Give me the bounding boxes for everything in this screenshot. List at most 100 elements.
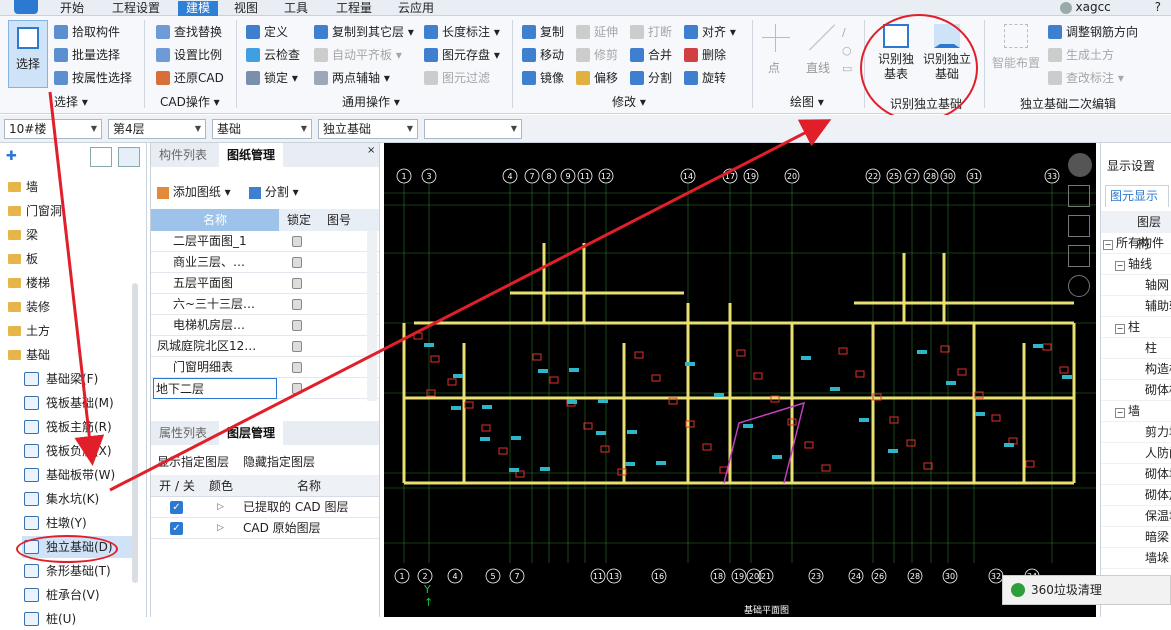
drawing-scrollbar[interactable] (367, 231, 377, 401)
tab-drawing-manager[interactable]: 图纸管理 (219, 143, 284, 167)
set-scale-button[interactable]: 设置比例 (154, 45, 222, 65)
checkbox-checked-icon[interactable]: ✓ (170, 522, 183, 535)
mirror-button[interactable]: 镜像 (520, 68, 564, 88)
col-layer-name[interactable]: 名称 (239, 475, 379, 497)
floor-select[interactable]: 第4层 ▼ (108, 119, 206, 139)
rotate-button[interactable]: 旋转 (682, 68, 726, 88)
tree-leaf-0[interactable]: 基础梁(F) (22, 368, 132, 390)
generate-earthwork-button[interactable]: 生成土方 (1046, 45, 1114, 65)
menu-quantities[interactable]: 工程量 (328, 1, 380, 16)
tree-leaf-1[interactable]: 筏板基础(M) (22, 392, 132, 414)
menu-modeling[interactable]: 建模 (178, 1, 218, 16)
drawing-row[interactable]: 凤城庭院北区12… (151, 336, 379, 357)
select-button[interactable]: 选择 (8, 20, 48, 88)
layer-row[interactable]: ✓ ▷ CAD 原始图层 (151, 518, 379, 539)
checkbox-checked-icon[interactable]: ✓ (170, 501, 183, 514)
lock-icon[interactable] (292, 341, 302, 352)
display-row[interactable]: − 轴线 (1101, 254, 1171, 275)
display-row[interactable]: 砌体墙 (1101, 464, 1171, 485)
building-select[interactable]: 10#楼 ▼ (4, 119, 102, 139)
tree-leaf-8[interactable]: 条形基础(T) (22, 560, 132, 582)
tree-leaf-5[interactable]: 集水坑(K) (22, 488, 132, 510)
display-row[interactable]: 保温墙 (1101, 506, 1171, 527)
tab-element-display[interactable]: 图元显示 (1105, 185, 1169, 207)
drawing-row[interactable]: 电梯机房层… (151, 315, 379, 336)
lock-icon[interactable] (292, 278, 302, 289)
tab-element-list[interactable]: 构件列表 (151, 143, 215, 167)
col-lock[interactable]: 锁定 (279, 209, 319, 231)
break-button[interactable]: 打断 (628, 22, 672, 42)
collapse-icon[interactable]: − (1103, 240, 1113, 250)
group-cad-label[interactable]: CAD操作 ▾ (160, 93, 220, 109)
auto-align-slab-button[interactable]: 自动平齐板 ▾ (312, 45, 402, 65)
col-name[interactable]: 名称 (151, 209, 279, 231)
save-element-button[interactable]: 图元存盘 ▾ (422, 45, 500, 65)
find-replace-button[interactable]: 查找替换 (154, 22, 222, 42)
tree-leaf-2[interactable]: 筏板主筋(R) (22, 416, 132, 438)
help-icon[interactable]: ? (1155, 0, 1161, 14)
menu-cloud[interactable]: 云应用 (390, 1, 442, 16)
view-cube-tools[interactable] (1068, 153, 1094, 313)
display-row[interactable]: 构造柱 (1101, 359, 1171, 380)
adjust-rebar-direction-button[interactable]: 调整钢筋方向 (1046, 22, 1138, 42)
add-drawing-button[interactable]: 添加图纸 ▾ (157, 183, 231, 200)
drawing-row[interactable]: 地下二层 (151, 378, 379, 399)
tree-leaf-9[interactable]: 桩承台(V) (22, 584, 132, 606)
cad-drawing[interactable]: 1 3 4 7 8 9 11 12 14 17 19 20 22 25 27 28 30 31 331 2 4 5 7 11 1… (384, 143, 1096, 617)
lock-icon[interactable] (292, 257, 302, 268)
offset-button[interactable]: 偏移 (574, 68, 618, 88)
group-common-label[interactable]: 通用操作 ▾ (342, 93, 400, 109)
tree-folder-1[interactable]: 门窗洞 (8, 201, 62, 221)
select-by-property-button[interactable]: 按属性选择 (52, 68, 132, 88)
copy-to-other-floor-button[interactable]: 复制到其它层 ▾ (312, 22, 414, 42)
lock-button[interactable]: 锁定 ▾ (244, 68, 298, 88)
lock-icon[interactable] (292, 362, 302, 373)
trim-button[interactable]: 修剪 (574, 45, 618, 65)
hide-layer-button[interactable]: 隐藏指定图层 (243, 453, 315, 470)
drawing-row[interactable]: 六~三十三层… (151, 294, 379, 315)
list-view-icon[interactable] (90, 147, 112, 167)
col-number[interactable]: 图号 (319, 209, 359, 231)
lock-icon[interactable] (292, 383, 302, 394)
split-drawing-button[interactable]: 分割 ▾ (249, 183, 299, 200)
lock-icon[interactable] (292, 236, 302, 247)
edit-annotation-button[interactable]: 查改标注 ▾ (1046, 68, 1124, 88)
align-button[interactable]: 对齐 ▾ (682, 22, 736, 42)
close-icon[interactable]: × (367, 145, 375, 156)
tree-folder-4[interactable]: 楼梯 (8, 273, 50, 293)
tree-leaf-4[interactable]: 基础板带(W) (22, 464, 132, 486)
tree-folder-6[interactable]: 土方 (8, 321, 50, 341)
line-icon[interactable] (804, 24, 836, 52)
drawing-row[interactable]: 商业三层、… (151, 252, 379, 273)
drawing-row[interactable]: 二层平面图_1 (151, 231, 379, 252)
collapse-icon[interactable]: − (1115, 261, 1125, 271)
draw-shape-icons[interactable]: ∕ ○ ▭ (842, 24, 856, 84)
tree-folder-0[interactable]: 墙 (8, 177, 38, 197)
display-row[interactable]: 暗梁 (1101, 527, 1171, 548)
lock-icon[interactable] (292, 299, 302, 310)
display-row[interactable]: 墙垛 (1101, 548, 1171, 569)
merge-button[interactable]: 合并 (628, 45, 672, 65)
display-row[interactable]: − 所有构件 (1101, 233, 1171, 254)
show-layer-button[interactable]: 显示指定图层 (157, 453, 229, 470)
move-button[interactable]: 移动 (520, 45, 564, 65)
tree-leaf-3[interactable]: 筏板负筋(X) (22, 440, 132, 462)
drawing-row[interactable]: 门窗明细表 (151, 357, 379, 378)
tree-folder-7[interactable]: 基础 (8, 345, 50, 365)
tab-layer-manager[interactable]: 图层管理 (219, 421, 284, 445)
two-point-axis-button[interactable]: 两点辅轴 ▾ (312, 68, 390, 88)
cloud-check-button[interactable]: 云检查 (244, 45, 300, 65)
extend-button[interactable]: 延伸 (574, 22, 618, 42)
menu-tools[interactable]: 工具 (276, 1, 316, 16)
smart-layout-button[interactable]: 智能布置 (990, 24, 1042, 94)
copy-button[interactable]: 复制 (520, 22, 564, 42)
element-name-select[interactable]: ▼ (424, 119, 522, 139)
display-row[interactable]: 砌体柱 (1101, 380, 1171, 401)
app-logo-icon[interactable] (14, 0, 38, 14)
collapse-icon[interactable]: − (1115, 324, 1125, 334)
group-draw-label[interactable]: 绘图 ▾ (790, 93, 824, 109)
layer-row[interactable]: ✓ ▷ 已提取的 CAD 图层 (151, 497, 379, 518)
delete-button[interactable]: 删除 (682, 45, 726, 65)
collapse-icon[interactable]: − (1115, 408, 1125, 418)
display-row[interactable]: 轴网 (1101, 275, 1171, 296)
